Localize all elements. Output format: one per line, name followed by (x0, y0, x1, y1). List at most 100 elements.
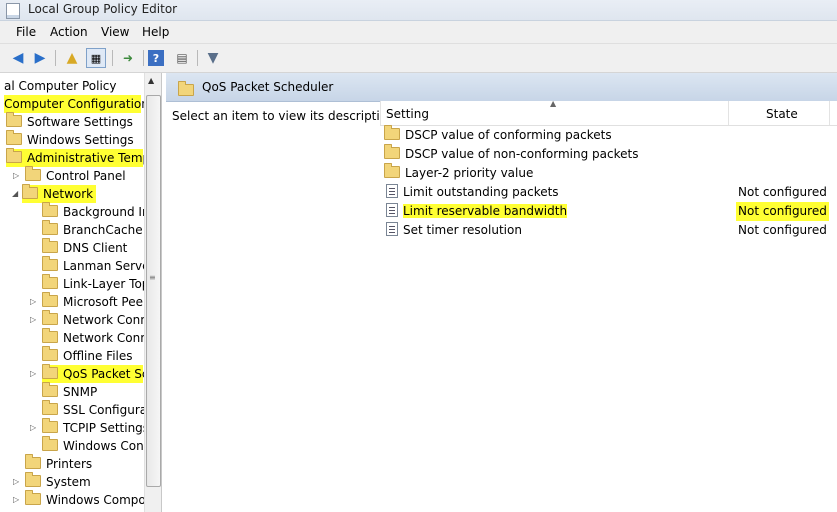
back-arrow-icon[interactable]: ◀ (8, 48, 28, 68)
folder-icon (384, 144, 400, 159)
help-icon[interactable]: ? (148, 50, 164, 66)
folder-icon (6, 148, 22, 163)
scroll-up-arrow-icon[interactable]: ▲ (148, 76, 154, 85)
tree-item-label: Administrative Templa (27, 151, 161, 165)
setting-name: Limit outstanding packets (403, 185, 559, 199)
details-title: QoS Packet Scheduler (202, 80, 334, 94)
tree-item-dns-client[interactable]: DNS Client (42, 238, 128, 257)
tree-item-snmp[interactable]: SNMP (42, 382, 98, 401)
folder-icon (42, 364, 58, 379)
tree-item-label: Network Conne (63, 313, 156, 327)
tree-item-windows-components[interactable]: ▷ Windows Compon (13, 490, 153, 509)
setting-name: Limit reservable bandwidth (403, 204, 568, 218)
tree-item-system[interactable]: ▷ System (13, 472, 91, 491)
tree-item-lanman-server[interactable]: Lanman Server (42, 256, 155, 275)
tree-item-branchcache[interactable]: BranchCache (42, 220, 143, 239)
window-title: Local Group Policy Editor (28, 2, 178, 16)
settings-row-policy[interactable]: Set timer resolution (386, 221, 522, 240)
tree-item-label: Computer Configuration (4, 97, 149, 111)
folder-icon (25, 472, 41, 487)
tree-item-network-connectivity[interactable]: Network Conne (42, 328, 156, 347)
column-header-setting[interactable]: Setting (386, 107, 429, 121)
tree-item-label: Lanman Server (63, 259, 155, 273)
setting-name: Layer-2 priority value (405, 166, 534, 180)
tree-item-label: SNMP (63, 385, 98, 399)
tree-item-label: al Computer Policy (4, 79, 117, 93)
tree-item-tcpip-settings[interactable]: ▷ TCPIP Settings (30, 418, 149, 437)
tree-item-administrative-templates[interactable]: Administrative Templa (6, 148, 161, 167)
expand-arrow-icon[interactable]: ▷ (30, 365, 40, 383)
setting-name: DSCP value of non-conforming packets (405, 147, 639, 161)
tree-item-computer-configuration[interactable]: Computer Configuration (4, 95, 149, 113)
tree-item-label: Windows Settings (27, 133, 134, 147)
tree-item-printers[interactable]: Printers (25, 454, 93, 473)
filter-icon[interactable]: ▼ (203, 48, 223, 68)
folder-icon (42, 292, 58, 307)
tree-scrollbar[interactable]: ▲ ≡ (144, 73, 161, 512)
tree-item-background-intelligent-transfer[interactable]: Background Int (42, 202, 155, 221)
expand-arrow-icon[interactable]: ▷ (13, 473, 23, 491)
column-header-state[interactable]: State (766, 107, 798, 121)
tree-item-label: Network (43, 187, 94, 201)
settings-row-folder[interactable]: Layer-2 priority value (384, 163, 534, 183)
menu-view[interactable]: View (101, 25, 129, 39)
tree-item-label: Background Int (63, 205, 155, 219)
folder-icon (42, 238, 58, 253)
tree-item-label: QoS Packet Sch (63, 367, 157, 381)
expand-arrow-icon[interactable]: ▷ (30, 293, 40, 311)
expand-arrow-icon[interactable]: ▷ (30, 311, 40, 329)
tree-item-label: Windows Conn (63, 439, 152, 453)
title-bar: Local Group Policy Editor (0, 0, 837, 21)
folder-icon (384, 125, 400, 140)
setting-state: Not configured (736, 202, 829, 221)
scrollbar-thumb[interactable] (146, 95, 161, 487)
folder-icon (42, 400, 58, 415)
folder-icon (42, 328, 58, 343)
tree-item-windows-settings[interactable]: Windows Settings (6, 130, 134, 149)
expand-arrow-icon[interactable]: ▷ (13, 491, 23, 509)
policy-setting-icon (386, 184, 398, 198)
folder-icon (42, 256, 58, 271)
settings-row-policy[interactable]: Limit outstanding packets (386, 183, 559, 202)
properties-icon[interactable]: ▤ (172, 48, 192, 68)
folder-icon (25, 454, 41, 469)
tree-item-control-panel[interactable]: ▷ Control Panel (13, 166, 126, 185)
export-list-icon[interactable]: ➜ (118, 48, 138, 68)
tree-item-label: Printers (46, 457, 93, 471)
tree-item-label: Network Conne (63, 331, 156, 345)
settings-row-folder[interactable]: DSCP value of non-conforming packets (384, 144, 639, 164)
show-hide-tree-icon[interactable]: ▦ (86, 48, 106, 68)
menu-action[interactable]: Action (50, 25, 88, 39)
tree-item-network[interactable]: ◢ Network (12, 184, 96, 203)
folder-icon (42, 418, 58, 433)
settings-row-folder[interactable]: DSCP value of conforming packets (384, 125, 612, 145)
tree-item-windows-connect-now[interactable]: Windows Conn (42, 436, 152, 455)
setting-state: Not configured (738, 223, 827, 237)
menu-file[interactable]: File (16, 25, 36, 39)
description-text: Select an item to view its description. (172, 109, 399, 123)
forward-arrow-icon[interactable]: ▶ (30, 48, 50, 68)
tree-item-local-computer-policy[interactable]: al Computer Policy (4, 77, 117, 95)
tree-item-offline-files[interactable]: Offline Files (42, 346, 133, 365)
up-folder-icon[interactable]: ▲ (62, 48, 82, 68)
policy-setting-icon (386, 203, 398, 217)
tree-item-link-layer-topology[interactable]: Link-Layer Topo (42, 274, 157, 293)
tree-item-label: DNS Client (63, 241, 128, 255)
toolbar: ◀ ▶ ▲ ▦ ➜ ? ▤ ▼ (0, 44, 837, 73)
menu-help[interactable]: Help (142, 25, 169, 39)
scrollbar-grip-icon: ≡ (149, 273, 156, 282)
tree-item-label: Link-Layer Topo (63, 277, 157, 291)
details-pane: QoS Packet Scheduler Select an item to v… (166, 73, 837, 512)
tree-item-ssl-configuration[interactable]: SSL Configurati (42, 400, 155, 419)
tree-item-software-settings[interactable]: Software Settings (6, 112, 133, 131)
folder-icon (25, 490, 41, 505)
settings-row-policy[interactable]: Limit reservable bandwidth (386, 202, 568, 221)
policy-setting-icon (386, 222, 398, 236)
details-header: QoS Packet Scheduler (166, 73, 837, 102)
collapse-arrow-icon[interactable]: ◢ (12, 185, 22, 203)
tree-item-network-connections[interactable]: ▷ Network Conne (30, 310, 156, 329)
expand-arrow-icon[interactable]: ▷ (13, 167, 23, 185)
expand-arrow-icon[interactable]: ▷ (30, 419, 40, 437)
tree-item-qos-packet-scheduler[interactable]: ▷ QoS Packet Sch (30, 364, 156, 383)
tree-item-microsoft-peer-networking[interactable]: ▷ Microsoft Peer- (30, 292, 152, 311)
